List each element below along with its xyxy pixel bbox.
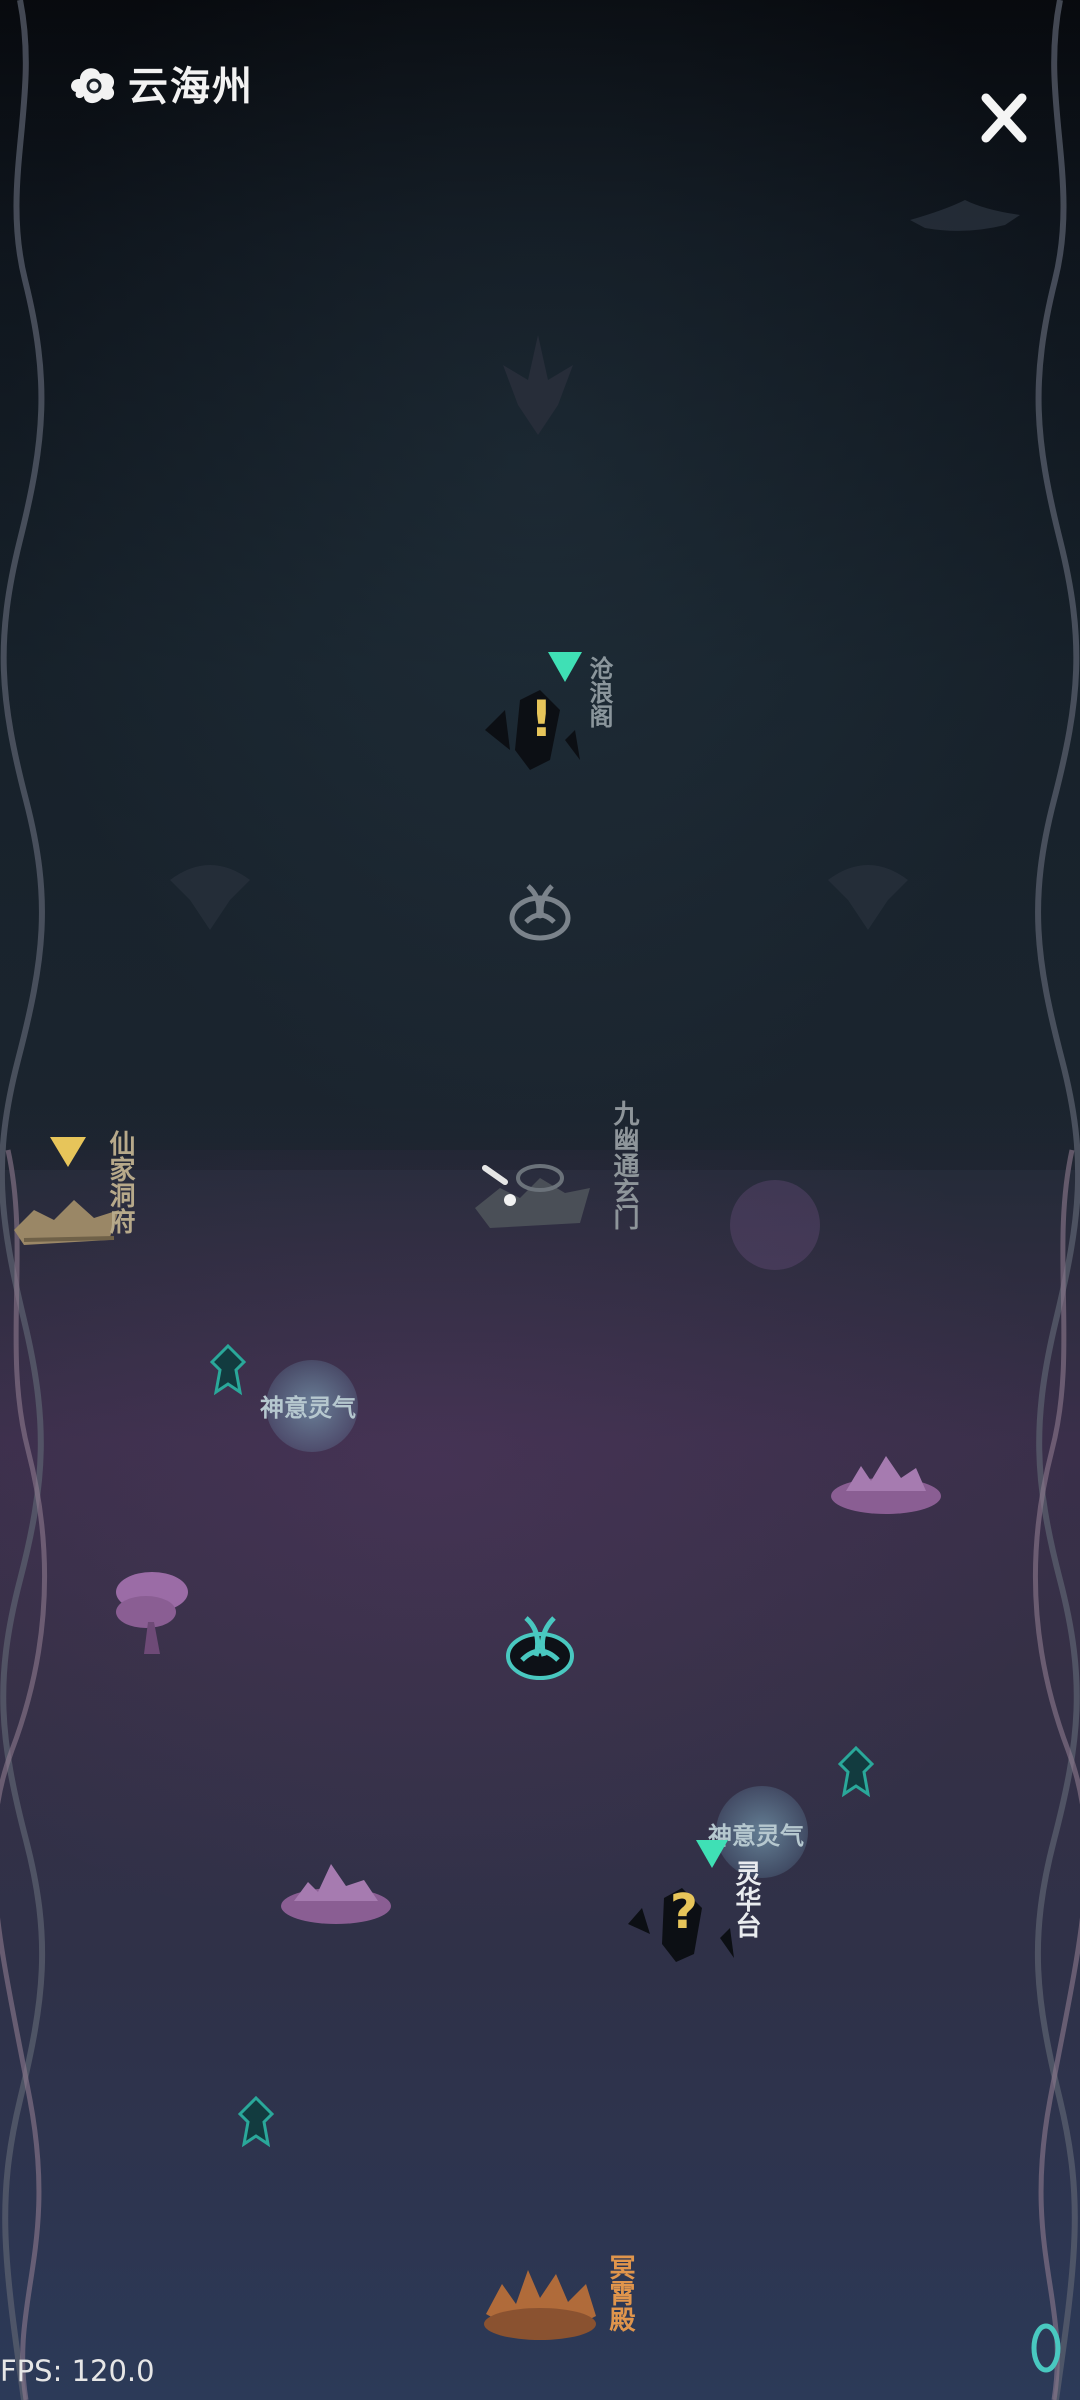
distant-island-right	[828, 865, 908, 930]
map-fog-top	[0, 0, 1080, 1170]
sect-emblem-icon[interactable]	[508, 878, 572, 942]
spirit-crystal-icon[interactable]	[236, 2096, 276, 2148]
location-arrow-icon	[548, 652, 582, 682]
faint-orb	[730, 1180, 820, 1270]
map-purple-region	[0, 1150, 1080, 1950]
location-label-xianjia[interactable]: 仙家洞府	[102, 1130, 139, 1234]
location-label-linghua[interactable]: 灵华台	[728, 1860, 765, 1938]
spirit-crystal-icon[interactable]	[208, 1344, 248, 1396]
close-button[interactable]	[972, 86, 1036, 150]
quest-question-marker[interactable]: ?	[670, 1884, 698, 1940]
portal-icon[interactable]	[1026, 2318, 1066, 2378]
page-title: 云海州	[128, 64, 254, 110]
quest-exclaim-marker[interactable]: !	[530, 690, 553, 748]
jiuyou-island[interactable]	[470, 1148, 600, 1238]
cloud-icon	[71, 68, 115, 104]
purple-tree-island[interactable]	[104, 1562, 200, 1658]
purple-island-right[interactable]	[826, 1446, 946, 1518]
distant-island-left	[170, 865, 250, 930]
region-title: 云海州	[66, 54, 254, 112]
location-label-jiuyou[interactable]: 九幽通玄门	[606, 1100, 643, 1230]
distant-spire-island	[503, 335, 573, 435]
location-label-mingxiao[interactable]: 冥霄殿	[602, 2254, 639, 2332]
spirit-crystal-icon[interactable]	[836, 1746, 876, 1798]
sect-emblem-active-icon[interactable]	[500, 1606, 580, 1686]
close-icon	[981, 93, 1027, 143]
distant-island-top-right	[910, 200, 1020, 231]
location-label-canglang[interactable]: 沧浪阁	[582, 656, 617, 728]
mingxiao-island[interactable]	[476, 2254, 606, 2350]
qi-spot-label-1[interactable]: 神意灵气	[260, 1388, 356, 1423]
fps-counter: FPS: 120.0	[0, 2354, 155, 2388]
location-arrow-icon	[50, 1137, 86, 1167]
right-vine-border	[1032, 0, 1080, 2400]
location-arrow-icon	[696, 1840, 728, 1868]
purple-island-left[interactable]	[276, 1856, 396, 1928]
